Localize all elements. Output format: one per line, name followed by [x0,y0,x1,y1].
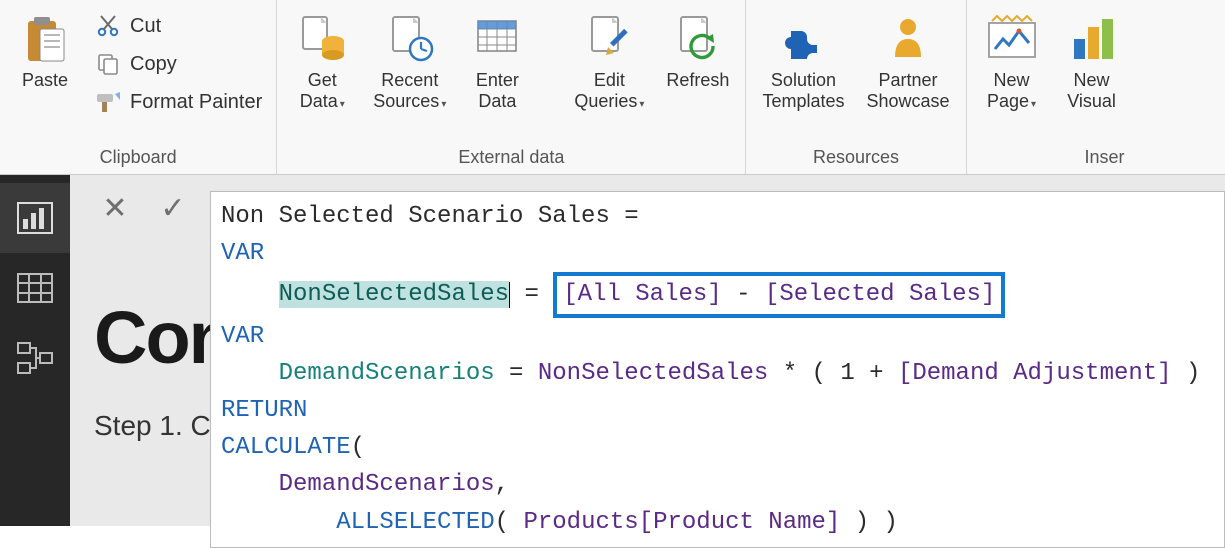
get-data-button[interactable]: Get Data▾ [287,6,357,115]
get-data-icon [294,10,350,66]
new-visual-icon [1064,10,1120,66]
partner-showcase-label: Partner Showcase [866,70,949,111]
column-ref-products-name: Products[Product Name] [523,509,840,536]
enter-data-icon [469,10,525,66]
group-label-resources: Resources [756,143,955,174]
group-label-insert: Inser [977,143,1127,174]
ribbon-group-external-data: Get Data▾ Recent Sources▾ [277,0,746,174]
variable-nonselectedsales-use: NonSelectedSales [538,360,768,387]
refresh-button[interactable]: Refresh [660,6,735,95]
partner-showcase-icon [880,10,936,66]
solution-templates-icon [775,10,831,66]
variable-nonselectedsales-decl: NonSelectedSales [279,281,509,308]
model-view-button[interactable] [0,323,70,393]
ribbon-group-resources: Solution Templates Partner Showcase Reso… [746,0,966,174]
paste-label: Paste [22,70,68,91]
variable-demandscenarios-decl: DemandScenarios [279,360,495,387]
formula-commit-button[interactable]: ✓ [152,191,194,226]
data-view-button[interactable] [0,253,70,323]
recent-sources-button[interactable]: Recent Sources▾ [367,6,452,115]
enter-data-label: Enter Data [476,70,519,111]
edit-queries-icon [581,10,637,66]
measure-ref-all-sales: [All Sales] [563,281,721,308]
formula-cancel-button[interactable]: ✕ [94,191,136,226]
enter-data-button[interactable]: Enter Data [462,6,532,115]
group-label-clipboard: Clipboard [10,143,266,174]
expression-highlight: [All Sales] - [Selected Sales] [553,272,1005,317]
formula-editor[interactable]: Non Selected Scenario Sales = VAR NonSel… [210,191,1225,548]
format-painter-button[interactable]: Format Painter [90,86,266,118]
keyword-return: RETURN [221,397,307,424]
new-visual-button[interactable]: New Visual [1057,6,1127,115]
dropdown-icon: ▾ [441,99,446,110]
dropdown-icon: ▾ [340,99,345,110]
paste-icon [17,10,73,66]
formula-bar: ✕ ✓ Non Selected Scenario Sales = VAR No… [94,191,1225,548]
dropdown-icon: ▾ [1031,99,1036,110]
cut-button[interactable]: Cut [90,10,266,42]
view-rail [0,175,70,526]
formula-line-1: Non Selected Scenario Sales = [221,203,653,230]
solution-templates-button[interactable]: Solution Templates [756,6,850,115]
measure-ref-selected-sales: [Selected Sales] [765,281,995,308]
ribbon-group-clipboard: Paste Cut [0,0,277,174]
solution-templates-label: Solution Templates [762,70,844,111]
copy-icon [94,50,122,78]
keyword-var: VAR [221,323,264,350]
ribbon-group-insert: New Page▾ New Visual Inser [967,0,1137,174]
refresh-icon [670,10,726,66]
recent-sources-icon [382,10,438,66]
paste-button[interactable]: Paste [10,6,80,95]
variable-demandscenarios-use: DemandScenarios [279,471,495,498]
function-allselected: ALLSELECTED [336,509,494,536]
group-label-external: External data [287,143,735,174]
dropdown-icon: ▾ [639,99,644,110]
new-visual-label: New Visual [1067,70,1116,111]
ribbon: Paste Cut [0,0,1225,175]
new-page-button[interactable]: New Page▾ [977,6,1047,115]
cut-icon [94,12,122,40]
report-view-button[interactable] [0,183,70,253]
measure-ref-demand-adjustment: [Demand Adjustment] [898,360,1172,387]
format-painter-icon [94,88,122,116]
partner-showcase-button[interactable]: Partner Showcase [860,6,955,115]
copy-button[interactable]: Copy [90,48,266,80]
function-calculate: CALCULATE [221,434,351,461]
edit-queries-label: Edit Queries [574,70,637,111]
format-painter-label: Format Painter [130,91,262,114]
keyword-var: VAR [221,240,264,267]
copy-label: Copy [130,53,177,76]
get-data-label: Get Data [300,70,338,111]
new-page-icon [984,10,1040,66]
recent-sources-label: Recent Sources [373,70,439,111]
new-page-label: New Page [987,70,1030,111]
workspace: Con Step 1. C ✕ ✓ Non Selected Scenario … [70,175,1225,526]
refresh-label: Refresh [666,70,729,91]
edit-queries-button[interactable]: Edit Queries▾ [568,6,650,115]
cut-label: Cut [130,15,161,38]
